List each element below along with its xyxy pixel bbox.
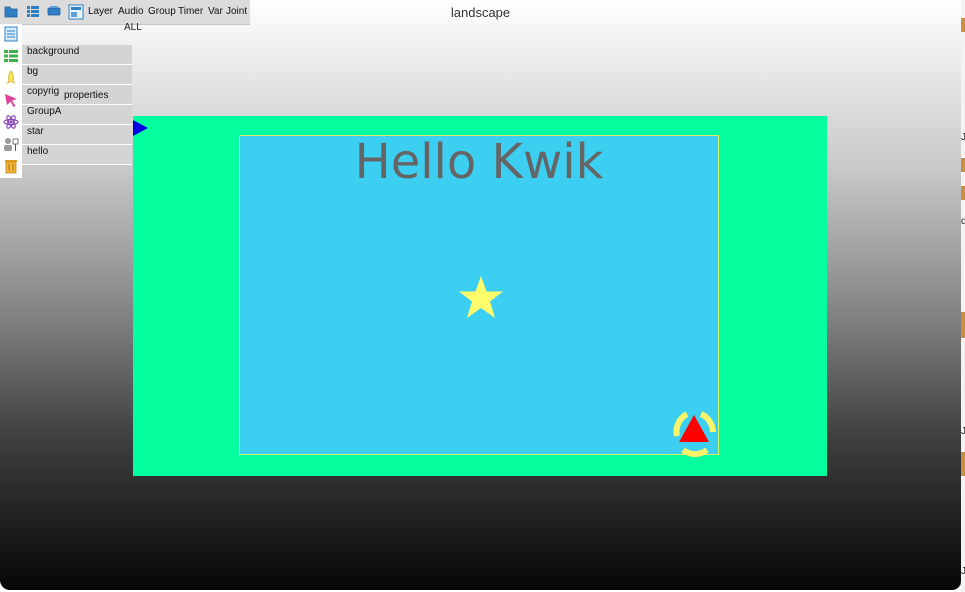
properties-button[interactable]: properties bbox=[62, 90, 111, 101]
table-icon[interactable] bbox=[3, 48, 19, 64]
star-icon[interactable] bbox=[457, 274, 505, 322]
app-window: landscape Hello Kwik Layer Audio Group T… bbox=[0, 0, 962, 590]
page-icon[interactable] bbox=[3, 26, 19, 42]
edge-marker bbox=[961, 452, 965, 476]
play-marker-icon[interactable] bbox=[133, 120, 148, 136]
pointer-icon[interactable] bbox=[3, 92, 19, 108]
edge-marker bbox=[961, 158, 965, 172]
rocket-icon[interactable] bbox=[3, 70, 19, 86]
background-window-edge bbox=[961, 0, 965, 592]
layer-item-background[interactable]: background bbox=[22, 45, 132, 65]
edge-marker bbox=[961, 312, 965, 338]
edge-text: J bbox=[961, 566, 965, 577]
joystick-arrow-icon[interactable] bbox=[667, 406, 723, 458]
layer-item-bg[interactable]: bg bbox=[22, 65, 132, 85]
menu-audio[interactable]: Audio bbox=[118, 6, 144, 17]
users-icon[interactable] bbox=[3, 136, 19, 152]
layer-list: background bg copyrig GroupA star hello bbox=[22, 45, 132, 165]
document-icon[interactable] bbox=[68, 4, 84, 20]
layers-icon[interactable] bbox=[47, 5, 61, 18]
tool-sidebar bbox=[0, 24, 22, 178]
list-icon[interactable] bbox=[26, 5, 40, 18]
edge-text: J bbox=[961, 132, 965, 143]
filter-all-label[interactable]: ALL bbox=[124, 22, 142, 33]
layer-item-groupa[interactable]: GroupA bbox=[22, 105, 132, 125]
edge-marker bbox=[961, 18, 965, 32]
menu-joint[interactable]: Joint bbox=[226, 6, 247, 17]
atom-icon[interactable] bbox=[3, 114, 19, 130]
hello-text-layer[interactable]: Hello Kwik bbox=[240, 136, 718, 188]
folder-icon[interactable] bbox=[4, 5, 18, 18]
layer-item-hello[interactable]: hello bbox=[22, 145, 132, 165]
edge-text: d bbox=[961, 216, 965, 227]
menu-timer[interactable]: Timer bbox=[178, 6, 203, 17]
layer-item-star[interactable]: star bbox=[22, 125, 132, 145]
edge-marker bbox=[961, 186, 965, 200]
trash-icon[interactable] bbox=[3, 158, 19, 174]
menu-layer[interactable]: Layer bbox=[88, 6, 113, 17]
edge-text: J bbox=[961, 426, 965, 437]
menu-var[interactable]: Var bbox=[208, 6, 223, 17]
canvas-page[interactable]: Hello Kwik bbox=[239, 135, 719, 457]
menu-group[interactable]: Group bbox=[148, 6, 176, 17]
